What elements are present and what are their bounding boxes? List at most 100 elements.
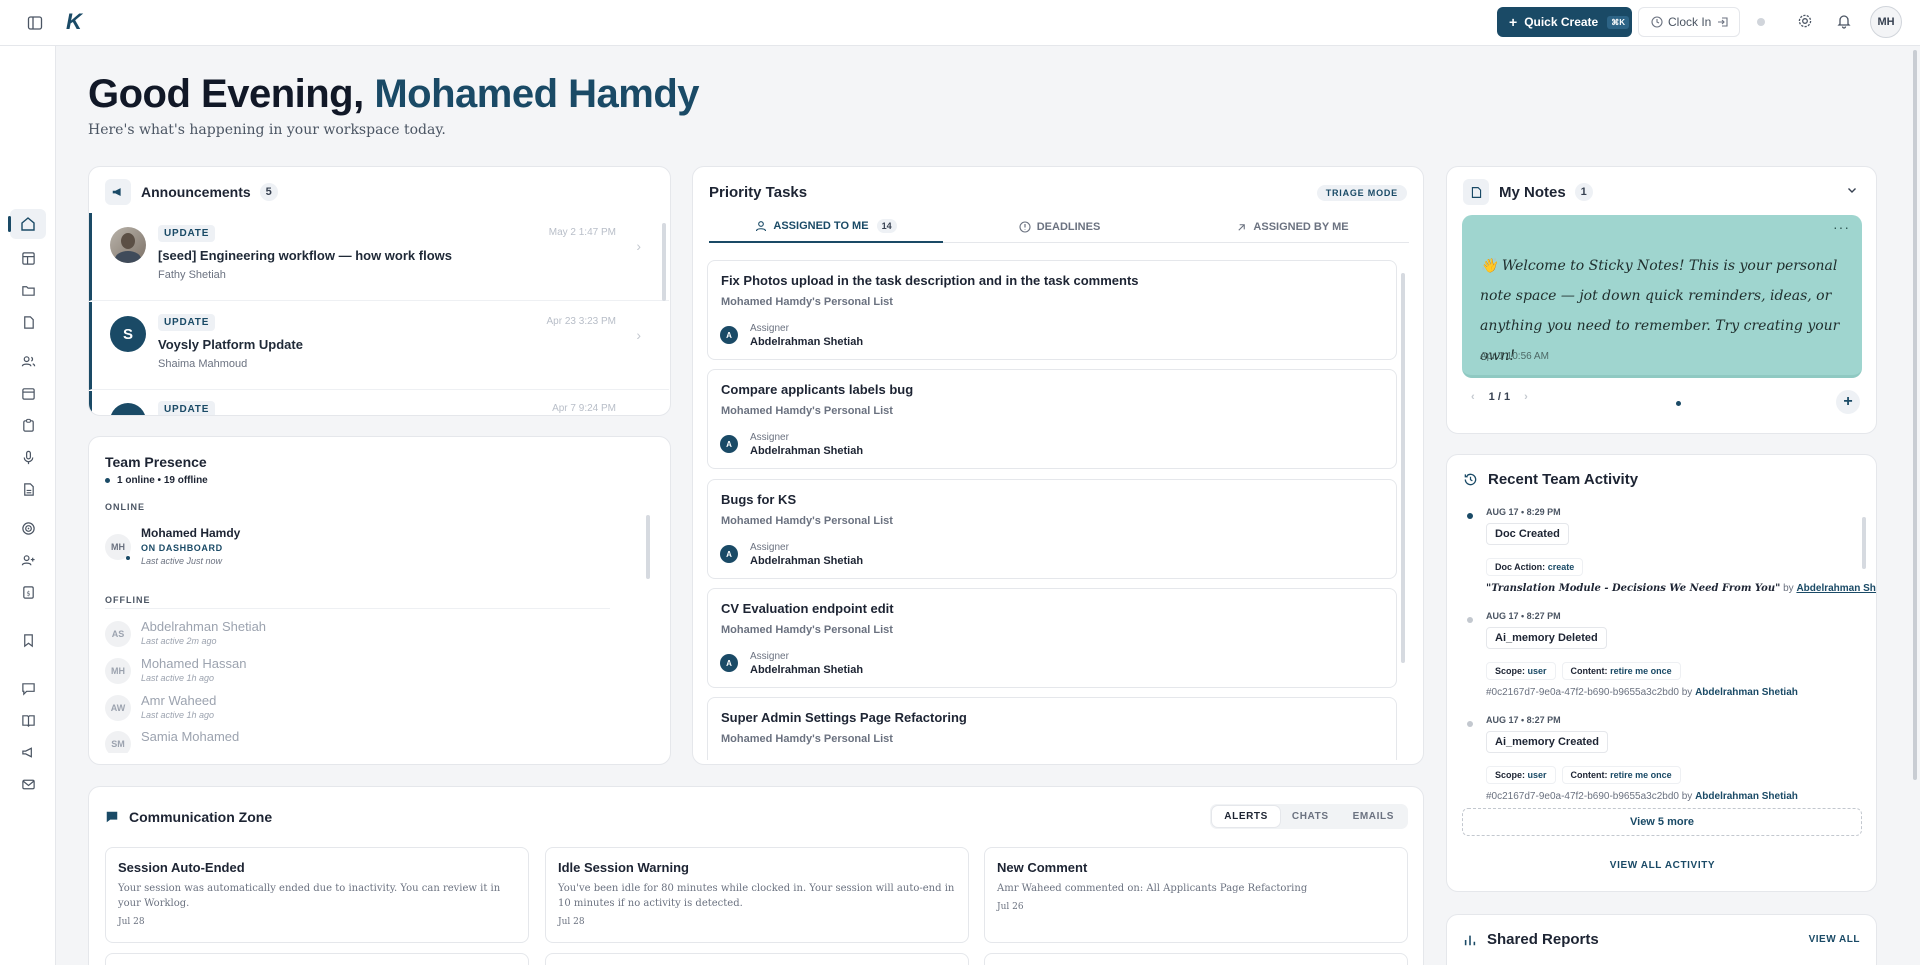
activity-user-link[interactable]: Abdelrahman Shetiah — [1695, 791, 1798, 802]
activity-time: AUG 17 • 8:27 PM — [1486, 611, 1561, 621]
timeline-dot — [1467, 721, 1473, 727]
announcement-item[interactable]: S UPDATE Apr 23 3:23 PM Voysly Platform … — [89, 302, 669, 390]
reports-view-all-link[interactable]: VIEW ALL — [1809, 934, 1860, 945]
activity-detail: Scope: user — [1486, 766, 1556, 784]
nav-calendar[interactable] — [10, 378, 46, 408]
assigner-label: Assigner — [750, 323, 789, 334]
alert-card[interactable] — [984, 953, 1408, 965]
report-icon — [23, 482, 34, 496]
tab-emails[interactable]: EMAILS — [1341, 806, 1406, 827]
nav-knowledge[interactable] — [10, 705, 46, 735]
member-row[interactable]: AS Abdelrahman Shetiah Last active 2m ag… — [105, 617, 625, 653]
scrollbar[interactable] — [1401, 273, 1405, 663]
app-logo[interactable]: K — [66, 9, 82, 35]
activity-header: Recent Team Activity — [1463, 471, 1638, 488]
detail-key: Content: — [1570, 770, 1608, 780]
assigner-name: Abdelrahman Shetiah — [750, 664, 864, 676]
alert-card[interactable]: Idle Session Warning You've been idle fo… — [545, 847, 969, 943]
task-card[interactable]: Fix Photos upload in the task descriptio… — [707, 260, 1397, 360]
shortcut-badge: ⌘K — [1607, 15, 1630, 29]
assigner-avatar: A — [720, 326, 738, 344]
bar-chart-icon — [1464, 935, 1476, 945]
assigner-avatar: A — [720, 654, 738, 672]
pager-dot[interactable] — [1676, 401, 1681, 406]
nav-people[interactable] — [10, 346, 46, 376]
quick-create-button[interactable]: + Quick Create ⌘K — [1497, 7, 1632, 37]
alert-card[interactable]: Session Auto-Ended Your session was auto… — [105, 847, 529, 943]
scrollbar[interactable] — [1862, 517, 1866, 569]
member-last-active: Last active 1h ago — [141, 673, 215, 683]
scrollbar[interactable] — [646, 515, 650, 579]
task-card[interactable]: Compare applicants labels bug Mohamed Ha… — [707, 369, 1397, 469]
nav-tasks[interactable] — [10, 410, 46, 440]
priority-tasks-title: Priority Tasks — [709, 184, 808, 201]
page-scrollbar[interactable] — [1913, 50, 1917, 780]
nav-folders[interactable] — [10, 275, 46, 305]
assigner-name: Abdelrahman Shetiah — [750, 555, 864, 567]
nav-chat[interactable] — [10, 673, 46, 703]
activity-line: #0c2167d7-9e0a-47f2-b690-b9655a3c2bd0 by… — [1486, 687, 1798, 698]
activity-user-link[interactable]: Abdelrahman Shetiah — [1695, 687, 1798, 698]
chevron-right-icon[interactable]: › — [1524, 391, 1528, 403]
alert-card[interactable] — [545, 953, 969, 965]
alert-card[interactable]: New Comment Amr Waheed commented on: All… — [984, 847, 1408, 943]
tab-deadlines[interactable]: DEADLINES — [943, 211, 1176, 243]
member-row[interactable]: MH Mohamed Hamdy ON DASHBOARD Last activ… — [105, 524, 625, 572]
nav-voice[interactable] — [10, 442, 46, 472]
nav-mail[interactable] — [10, 769, 46, 799]
nav-home[interactable] — [8, 209, 46, 239]
nav-documents[interactable] — [10, 307, 46, 337]
plus-icon: + — [1509, 14, 1518, 30]
member-row[interactable]: AW Amr Waheed Last active 1h ago — [105, 691, 625, 727]
announcement-item[interactable]: UPDATE May 2 1:47 PM [seed] Engineering … — [89, 213, 669, 301]
user-plus-icon — [21, 554, 35, 565]
view-more-button[interactable]: View 5 more — [1462, 808, 1862, 836]
assigner-avatar: A — [720, 545, 738, 563]
note-icon — [1463, 179, 1489, 205]
nav-goals[interactable] — [10, 513, 46, 543]
reports-title: Shared Reports — [1487, 931, 1599, 948]
tab-assigned-by-me[interactable]: ASSIGNED BY ME — [1176, 211, 1409, 243]
member-row[interactable]: MH Mohamed Hassan Last active 1h ago — [105, 654, 625, 690]
tab-count: 14 — [876, 219, 897, 233]
announcement-title: [seed] Engineering workflow — how work f… — [158, 248, 452, 263]
more-icon[interactable]: ··· — [1833, 219, 1850, 235]
triage-mode-badge[interactable]: TRIAGE MODE — [1316, 185, 1407, 201]
activity-item[interactable]: AUG 17 • 8:29 PM Doc Created Doc Action:… — [1447, 505, 1876, 609]
nav-bookmarks[interactable] — [10, 625, 46, 655]
reports-header: Shared Reports — [1463, 931, 1599, 948]
sticky-note[interactable]: ··· 👋 Welcome to Sticky Notes! This is y… — [1462, 215, 1862, 378]
view-all-activity-link[interactable]: VIEW ALL ACTIVITY — [1447, 860, 1876, 871]
nav-board[interactable] — [10, 243, 46, 273]
member-row[interactable]: SM Samia Mohamed — [105, 727, 625, 753]
settings-button[interactable] — [1797, 13, 1813, 29]
nav-reports[interactable] — [10, 474, 46, 504]
scrollbar[interactable] — [662, 223, 666, 301]
chevron-left-icon[interactable]: ‹ — [1471, 391, 1475, 403]
member-name: Abdelrahman Shetiah — [141, 619, 267, 634]
alert-card[interactable] — [105, 953, 529, 965]
nav-billing[interactable]: $ — [10, 577, 46, 607]
activity-user-link[interactable]: Abdelrahman Shetiah — [1796, 583, 1876, 594]
task-card[interactable]: CV Evaluation endpoint edit Mohamed Hamd… — [707, 588, 1397, 688]
activity-item[interactable]: AUG 17 • 8:27 PM Ai_memory Deleted Scope… — [1447, 609, 1857, 713]
task-card[interactable]: Super Admin Settings Page Refactoring Mo… — [707, 697, 1397, 760]
clock-in-button[interactable]: Clock In — [1638, 7, 1740, 37]
nav-announcements[interactable] — [10, 737, 46, 767]
tab-chats[interactable]: CHATS — [1280, 806, 1341, 827]
alert-date: Jul 28 — [558, 917, 585, 927]
megaphone-icon — [105, 179, 131, 205]
timeline-dot — [1467, 617, 1473, 623]
task-card[interactable]: Bugs for KS Mohamed Hamdy's Personal Lis… — [707, 479, 1397, 579]
announcement-item[interactable]: UPDATE Apr 7 9:24 PM — [89, 391, 669, 415]
sidebar-toggle-button[interactable] — [22, 11, 48, 35]
nav-add-user[interactable] — [10, 545, 46, 575]
tab-assigned-to-me[interactable]: ASSIGNED TO ME 14 — [709, 211, 943, 243]
activity-item[interactable]: AUG 17 • 8:27 PM Ai_memory Created Scope… — [1447, 713, 1857, 805]
notifications-button[interactable] — [1836, 13, 1852, 29]
announcement-tag: UPDATE — [158, 314, 216, 331]
user-avatar[interactable]: MH — [1870, 6, 1902, 38]
add-note-button[interactable]: + — [1836, 390, 1860, 414]
chevron-down-icon[interactable] — [1846, 184, 1858, 196]
tab-alerts[interactable]: ALERTS — [1212, 806, 1280, 827]
